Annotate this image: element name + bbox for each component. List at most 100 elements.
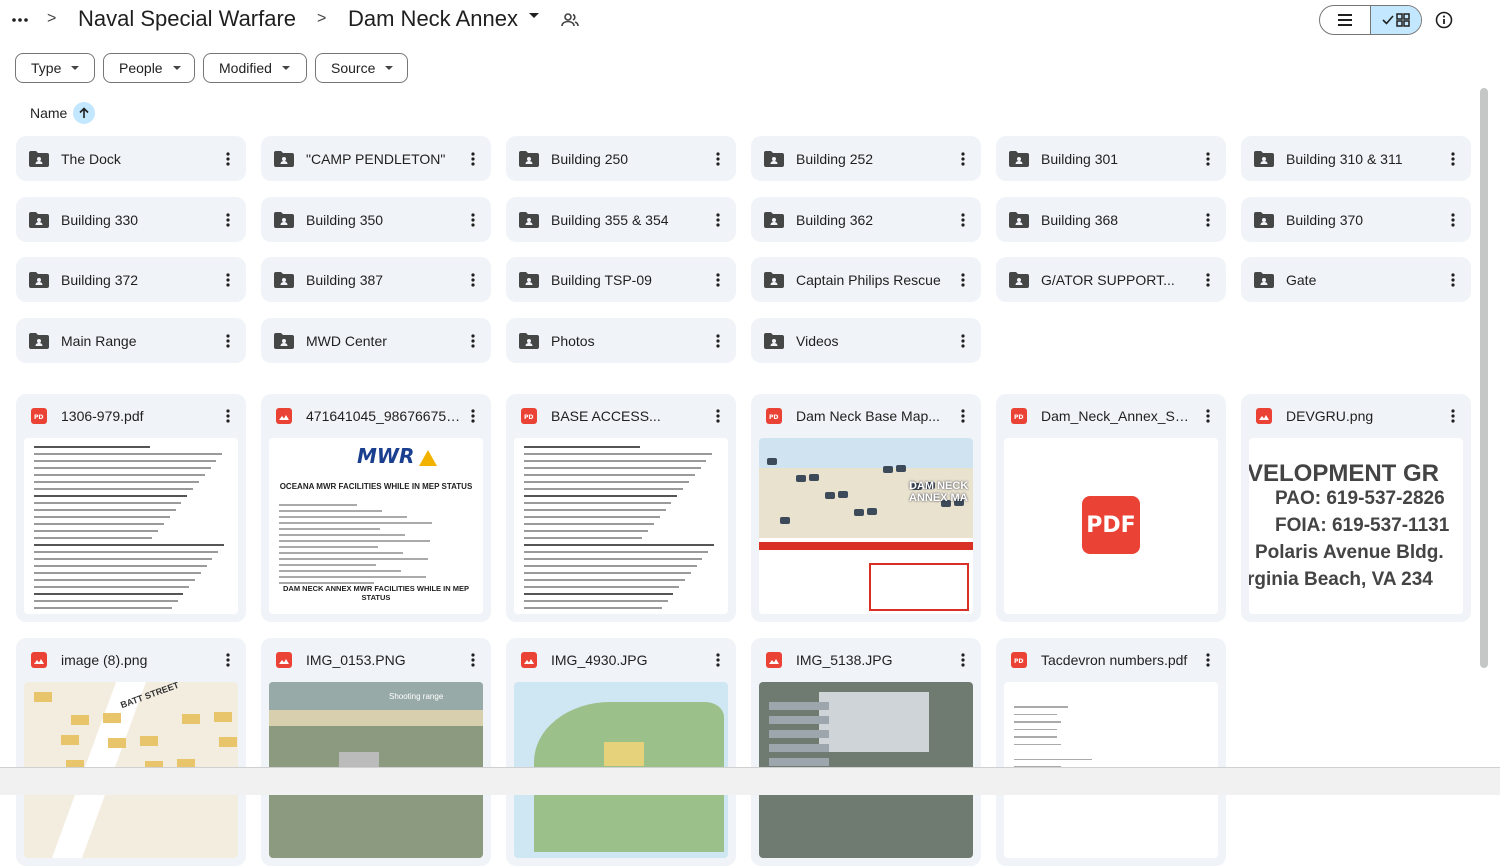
folder-item[interactable]: "CAMP PENDLETON" xyxy=(261,136,491,181)
folder-item[interactable]: Building 310 & 311 xyxy=(1241,136,1471,181)
file-thumbnail[interactable]: DAM NECK ANNEX MA xyxy=(759,438,973,614)
folder-item[interactable]: Building 252 xyxy=(751,136,981,181)
more-options-icon[interactable] xyxy=(216,404,240,428)
more-options-icon[interactable] xyxy=(461,404,485,428)
folder-name: Building 330 xyxy=(61,211,139,228)
folder-item[interactable]: Photos xyxy=(506,318,736,363)
more-options-icon[interactable] xyxy=(706,268,730,292)
more-options-icon[interactable] xyxy=(951,268,975,292)
folder-item[interactable]: Building 362 xyxy=(751,197,981,242)
more-options-icon[interactable] xyxy=(216,329,240,353)
sort-direction-button[interactable] xyxy=(73,102,96,124)
more-options-icon[interactable] xyxy=(1196,404,1220,428)
more-options-icon[interactable] xyxy=(1196,268,1220,292)
folder-item[interactable]: Building 250 xyxy=(506,136,736,181)
image-file-icon xyxy=(766,652,782,668)
more-options-icon[interactable] xyxy=(1196,648,1220,672)
file-thumbnail[interactable]: PDF xyxy=(1004,438,1218,614)
file-thumbnail[interactable]: VELOPMENT GR PAO: 619-537-2826 FOIA: 619-5… xyxy=(1249,438,1463,614)
more-options-icon[interactable] xyxy=(1441,268,1465,292)
more-options-icon[interactable] xyxy=(461,648,485,672)
filter-modified-chip[interactable]: Modified xyxy=(203,53,307,83)
folder-item[interactable]: MWD Center xyxy=(261,318,491,363)
more-options-icon[interactable] xyxy=(951,147,975,171)
sort-label[interactable]: Name xyxy=(30,105,67,121)
shared-folder-icon xyxy=(764,211,784,228)
filter-type-chip[interactable]: Type xyxy=(15,53,95,83)
more-options-icon[interactable] xyxy=(1196,208,1220,232)
more-options-icon[interactable] xyxy=(951,404,975,428)
shared-folder-icon xyxy=(519,332,539,349)
file-card[interactable]: 471641045_986766750... MWR OCEANA MWR FACI… xyxy=(261,394,491,622)
folder-item[interactable]: Building 368 xyxy=(996,197,1226,242)
more-options-icon[interactable] xyxy=(706,404,730,428)
folder-item[interactable]: G/ATOR SUPPORT... xyxy=(996,257,1226,302)
more-options-icon[interactable] xyxy=(216,268,240,292)
chevron-down-icon[interactable] xyxy=(529,13,539,18)
more-options-icon[interactable] xyxy=(706,329,730,353)
file-thumbnail[interactable] xyxy=(24,438,238,614)
folder-item[interactable]: Building 387 xyxy=(261,257,491,302)
more-options-icon[interactable] xyxy=(706,648,730,672)
folder-item[interactable]: Building TSP-09 xyxy=(506,257,736,302)
arrow-up-icon xyxy=(79,107,89,118)
shared-folder-icon xyxy=(1254,211,1274,228)
more-options-icon[interactable] xyxy=(461,329,485,353)
more-options-icon[interactable] xyxy=(951,648,975,672)
file-name: 471641045_986766750... xyxy=(306,408,461,424)
info-icon[interactable] xyxy=(1434,10,1454,30)
more-options-icon[interactable] xyxy=(1196,147,1220,171)
more-options-icon[interactable] xyxy=(1441,404,1465,428)
breadcrumb-parent[interactable]: Naval Special Warfare xyxy=(78,6,296,32)
file-card[interactable]: IMG_4930.JPG xyxy=(506,638,736,866)
folder-item[interactable]: Main Range xyxy=(16,318,246,363)
more-options-icon[interactable] xyxy=(461,268,485,292)
file-card[interactable]: PDF 1306-979.pdf xyxy=(16,394,246,622)
more-options-icon[interactable] xyxy=(951,208,975,232)
file-card[interactable]: IMG_0153.PNG Shooting range xyxy=(261,638,491,866)
folder-name: Photos xyxy=(551,332,595,349)
svg-text:PDF: PDF xyxy=(1014,658,1024,664)
folder-item[interactable]: Building 330 xyxy=(16,197,246,242)
file-card[interactable]: DEVGRU.png VELOPMENT GR PAO: 619-537-2826 F… xyxy=(1241,394,1471,622)
caret-down-icon xyxy=(172,66,181,70)
more-options-icon[interactable] xyxy=(706,208,730,232)
file-thumbnail[interactable] xyxy=(514,438,728,614)
more-options-icon[interactable] xyxy=(1441,208,1465,232)
file-card[interactable]: PDF Dam Neck Base Map... DAM NECK ANNEX MA xyxy=(751,394,981,622)
folder-item[interactable]: Building 301 xyxy=(996,136,1226,181)
grid-view-button[interactable] xyxy=(1370,6,1421,34)
folder-item[interactable]: Building 370 xyxy=(1241,197,1471,242)
list-view-button[interactable] xyxy=(1320,6,1370,34)
more-options-icon[interactable] xyxy=(216,208,240,232)
folder-item[interactable]: Gate xyxy=(1241,257,1471,302)
folder-item[interactable]: Videos xyxy=(751,318,981,363)
breadcrumb-current[interactable]: Dam Neck Annex xyxy=(348,6,518,32)
folder-item[interactable]: The Dock xyxy=(16,136,246,181)
more-options-icon[interactable] xyxy=(706,147,730,171)
file-card[interactable]: image (8).png BATT STREET xyxy=(16,638,246,866)
more-options-icon[interactable] xyxy=(951,329,975,353)
file-card[interactable]: PDF Tacdevron numbers.pdf xyxy=(996,638,1226,866)
file-card[interactable]: PDF Dam_Neck_Annex_SM... PDF xyxy=(996,394,1226,622)
more-options-icon[interactable] xyxy=(461,208,485,232)
filter-source-chip[interactable]: Source xyxy=(315,53,408,83)
image-file-icon xyxy=(1256,408,1272,424)
folder-item[interactable]: Building 350 xyxy=(261,197,491,242)
folder-name: Building 372 xyxy=(61,271,139,288)
folder-name: The Dock xyxy=(61,150,121,167)
folder-item[interactable]: Captain Philips Rescue xyxy=(751,257,981,302)
folder-item[interactable]: Building 355 & 354 xyxy=(506,197,736,242)
file-card[interactable]: PDF BASE ACCESS... xyxy=(506,394,736,622)
filter-people-chip[interactable]: People xyxy=(103,53,195,83)
file-thumbnail[interactable]: MWR OCEANA MWR FACILITIES WHILE IN MEP ST… xyxy=(269,438,483,614)
vertical-scrollbar[interactable] xyxy=(1480,88,1488,668)
more-options-icon[interactable] xyxy=(216,147,240,171)
file-card[interactable]: IMG_5138.JPG xyxy=(751,638,981,866)
folder-item[interactable]: Building 372 xyxy=(16,257,246,302)
breadcrumb-overflow-icon[interactable] xyxy=(10,8,30,32)
more-options-icon[interactable] xyxy=(461,147,485,171)
breadcrumb-separator: > xyxy=(317,10,327,27)
more-options-icon[interactable] xyxy=(216,648,240,672)
more-options-icon[interactable] xyxy=(1441,147,1465,171)
